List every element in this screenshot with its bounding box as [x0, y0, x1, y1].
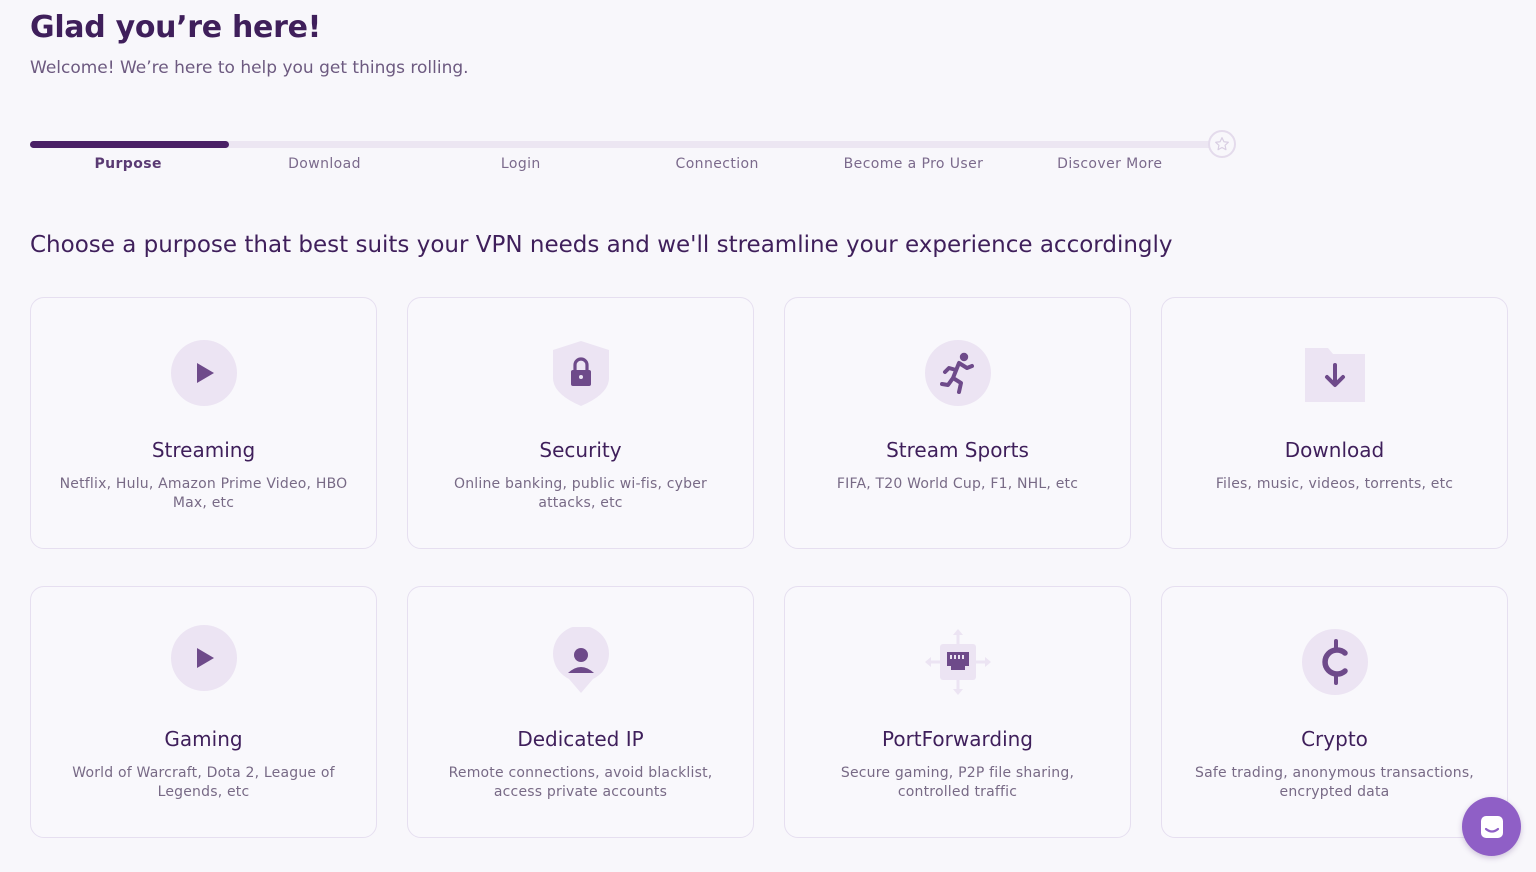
purpose-grid: Streaming Netflix, Hulu, Amazon Prime Vi…: [30, 297, 1508, 838]
shield-lock-icon: [546, 338, 616, 408]
card-description: Remote connections, avoid blacklist, acc…: [448, 765, 713, 800]
card-title: Streaming: [151, 438, 256, 462]
purpose-card-streaming[interactable]: Streaming Netflix, Hulu, Amazon Prime Vi…: [30, 297, 377, 549]
step-connection[interactable]: Connection: [619, 156, 815, 176]
step-login[interactable]: Login: [423, 156, 619, 176]
card-title: Download: [1284, 438, 1385, 462]
port-icon: [923, 627, 993, 697]
section-heading: Choose a purpose that best suits your VP…: [30, 232, 1173, 258]
page-title: Glad you’re here!: [30, 10, 322, 45]
step-discover-more[interactable]: Discover More: [1012, 156, 1208, 176]
folder-download-icon: [1300, 338, 1370, 408]
step-become-pro-user[interactable]: Become a Pro User: [815, 156, 1011, 176]
card-description: FIFA, T20 World Cup, F1, NHL, etc: [836, 476, 1079, 492]
user-pin-icon: [546, 627, 616, 697]
card-description: Netflix, Hulu, Amazon Prime Video, HBO M…: [59, 476, 348, 511]
step-download[interactable]: Download: [226, 156, 422, 176]
progress-fill: [30, 141, 229, 148]
purpose-card-gaming[interactable]: Gaming World of Warcraft, Dota 2, League…: [30, 586, 377, 838]
purpose-card-download[interactable]: Download Files, music, videos, torrents,…: [1161, 297, 1508, 549]
play-icon: [169, 338, 239, 408]
card-description: Files, music, videos, torrents, etc: [1215, 476, 1454, 492]
purpose-card-stream-sports[interactable]: Stream Sports FIFA, T20 World Cup, F1, N…: [784, 297, 1131, 549]
purpose-card-dedicated-ip[interactable]: Dedicated IP Remote connections, avoid b…: [407, 586, 754, 838]
card-description: World of Warcraft, Dota 2, League of Leg…: [72, 765, 335, 800]
card-title: Stream Sports: [886, 438, 1029, 462]
page-subtitle: Welcome! We’re here to help you get thin…: [30, 58, 469, 78]
card-description: Secure gaming, P2P file sharing, control…: [840, 765, 1075, 800]
chat-icon: [1480, 815, 1503, 838]
card-description: Safe trading, anonymous transactions, en…: [1195, 765, 1474, 800]
purpose-card-portforwarding[interactable]: PortForwarding Secure gaming, P2P file s…: [784, 586, 1131, 838]
card-description: Online banking, public wi-fis, cyber att…: [453, 476, 708, 511]
card-title: Crypto: [1301, 727, 1368, 751]
card-title: Security: [539, 438, 622, 462]
crypto-icon: [1300, 627, 1370, 697]
stepper: Purpose Download Login Connection Become…: [30, 156, 1208, 176]
purpose-card-security[interactable]: Security Online banking, public wi-fis, …: [407, 297, 754, 549]
runner-icon: [923, 338, 993, 408]
chat-button[interactable]: [1462, 797, 1521, 856]
play-icon: [169, 623, 239, 693]
progress-track: [30, 141, 1222, 148]
card-title: PortForwarding: [881, 727, 1033, 751]
star-icon: [1208, 130, 1236, 158]
card-title: Gaming: [164, 727, 243, 751]
purpose-card-crypto[interactable]: Crypto Safe trading, anonymous transacti…: [1161, 586, 1508, 838]
card-title: Dedicated IP: [517, 727, 644, 751]
step-purpose[interactable]: Purpose: [30, 156, 226, 176]
